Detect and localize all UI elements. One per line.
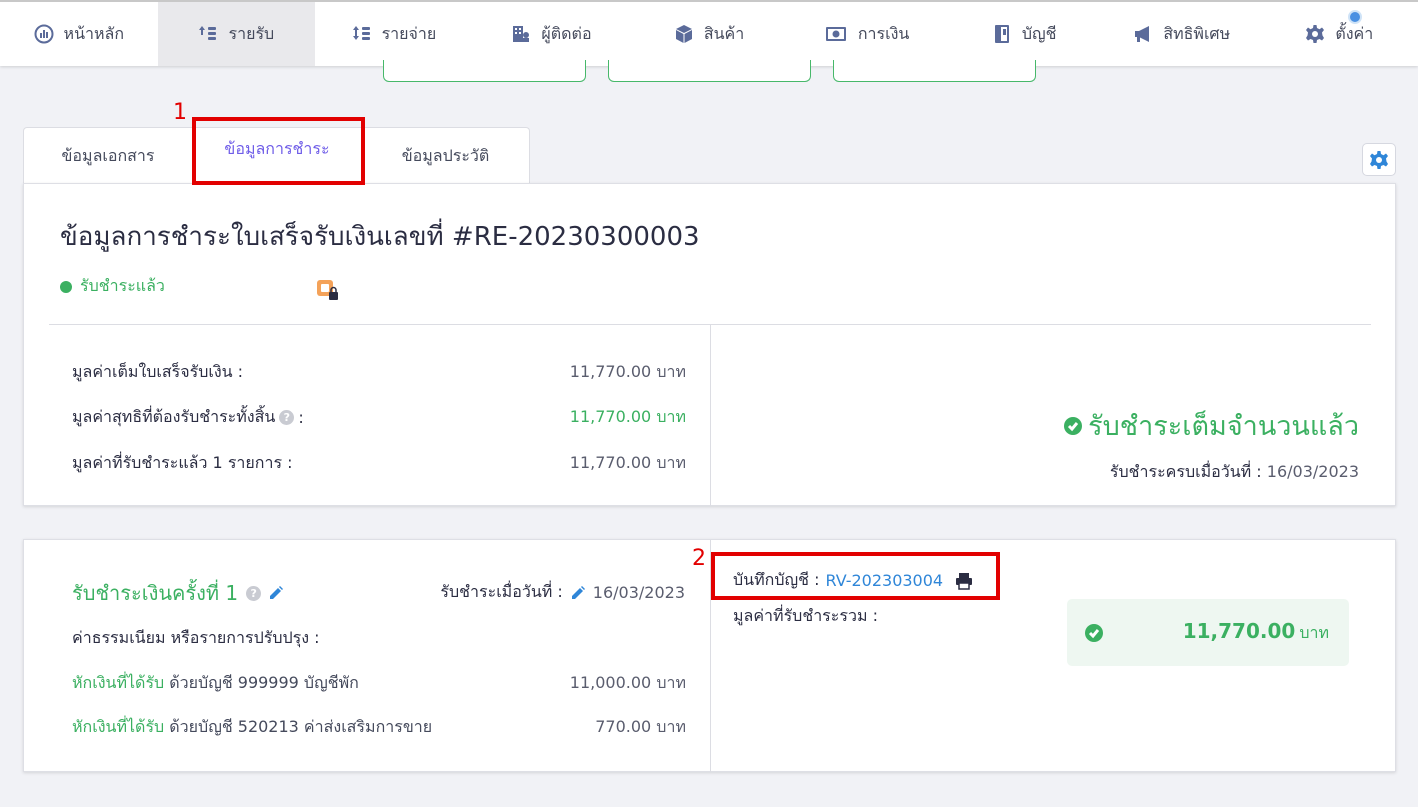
row-value: 11,770.00 บาท (569, 453, 686, 472)
row-value: 11,770.00 บาท (569, 407, 686, 426)
status-badge: รับชำระแล้ว (60, 274, 165, 299)
annotation-box-2 (711, 552, 1000, 600)
total-paid-label: มูลค่าที่รับชำระรวม : (733, 606, 878, 625)
deduction-link[interactable]: หักเงินที่ได้รับ (72, 673, 164, 692)
row-label: มูลค่าสุทธิที่ต้องรับชำระทั้งสิ้น (72, 407, 276, 426)
summary-box-stub (833, 60, 1036, 82)
nav-item-home[interactable]: หน้าหลัก (0, 2, 158, 66)
total-paid-amount-group: 11,770.00 บาท (1183, 619, 1329, 646)
tab-label: ข้อมูลเอกสาร (61, 145, 155, 165)
book-icon (994, 25, 1009, 43)
row-label-suffix: : (298, 408, 304, 427)
nav-item-income[interactable]: รายรับ (157, 2, 316, 66)
deduction-desc: หักเงินที่ได้รับ ด้วยบัญชี 520213 ค่าส่ง… (72, 715, 432, 740)
gear-icon (1306, 25, 1325, 43)
income-icon (199, 26, 217, 40)
megaphone-icon (1135, 26, 1150, 42)
deduction-text: ด้วยบัญชี 520213 ค่าส่งเสริมการขาย (169, 717, 433, 736)
nav-label: ตั้งค่า (1335, 23, 1374, 43)
nav-label: ผู้ติดต่อ (541, 23, 592, 43)
total-paid-amount: 11,770.00 (1182, 619, 1296, 643)
contacts-icon (513, 26, 530, 42)
status-dot (60, 280, 72, 293)
expense-icon (352, 26, 370, 40)
nav-item-contacts[interactable]: ผู้ติดต่อ (473, 2, 631, 66)
tab-label: ข้อมูลประวัติ (401, 145, 490, 165)
summary-box-stub (608, 60, 811, 82)
fee-adjustment-label: ค่าธรรมเนียม หรือรายการปรับปรุง : (72, 628, 320, 647)
nav-item-finance[interactable]: การเงิน (788, 2, 946, 66)
deduction-value: 11,000.00 บาท (569, 673, 686, 692)
paid-full-text: รับชำระเต็มจำนวนแล้ว (1088, 411, 1359, 442)
annotation-box-1 (192, 117, 365, 185)
payment-title-text: รับชำระเงินครั้งที่ 1 (72, 581, 239, 605)
nav-label: รายรับ (228, 23, 275, 43)
edit-pencil-icon[interactable] (269, 586, 284, 600)
top-navigation: หน้าหลัก รายรับ รายจ่าย ผู้ติดต่อ สินค้า… (0, 0, 1418, 66)
edit-pencil-icon[interactable] (571, 585, 585, 600)
row-value: 11,770.00 บาท (569, 362, 686, 381)
row-label: มูลค่าเต็มใบเสร็จรับเงิน : (72, 362, 244, 381)
nav-item-products[interactable]: สินค้า (630, 2, 788, 66)
nav-label: สินค้า (703, 23, 745, 43)
deduction-value: 770.00 บาท (595, 717, 686, 736)
summary-row: มูลค่าที่รับชำระแล้ว 1 รายการ : 11,770.0… (72, 451, 686, 476)
row-label-group: มูลค่าสุทธิที่ต้องรับชำระทั้งสิ้น ? : (72, 405, 304, 430)
payment-date-label: รับชำระเมื่อวันที่ : (440, 582, 563, 601)
paid-complete-date: รับชำระครบเมื่อวันที่ : 16/03/2023 (1110, 460, 1359, 485)
tab-document-info[interactable]: ข้อมูลเอกสาร (23, 127, 193, 184)
nav-label: บัญชี (1021, 23, 1057, 43)
product-box-icon (675, 25, 692, 43)
deduction-link[interactable]: หักเงินที่ได้รับ (72, 717, 164, 736)
payment-date-value: 16/03/2023 (592, 583, 685, 602)
deduction-row: หักเงินที่ได้รับ ด้วยบัญชี 520213 ค่าส่ง… (72, 715, 686, 740)
payment-summary-card: ข้อมูลการชำระใบเสร็จรับเงินเลขที่ #RE-20… (23, 183, 1396, 506)
status-text: รับชำระแล้ว (80, 276, 165, 295)
help-icon[interactable]: ? (279, 410, 295, 425)
row-label: มูลค่าที่รับชำระแล้ว 1 รายการ : (72, 453, 293, 472)
gear-icon (1370, 150, 1388, 169)
nav-label: รายจ่าย (381, 23, 437, 43)
nav-item-accounting[interactable]: บัญชี (945, 2, 1103, 66)
nav-label: สิทธิพิเศษ (1163, 23, 1231, 43)
money-icon (825, 27, 846, 41)
nav-item-expense[interactable]: รายจ่าย (315, 2, 473, 66)
deduction-desc: หักเงินที่ได้รับ ด้วยบัญชี 999999 บัญชีพ… (72, 671, 359, 696)
payment-title: รับชำระเงินครั้งที่ 1 ? (72, 577, 284, 609)
paid-date-value: 16/03/2023 (1266, 462, 1359, 481)
dashboard-icon (34, 24, 54, 44)
page-title: ข้อมูลการชำระใบเสร็จรับเงินเลขที่ #RE-20… (60, 222, 700, 252)
divider (710, 325, 711, 506)
annotation-number-1: 1 (173, 100, 187, 125)
nav-item-privileges[interactable]: สิทธิพิเศษ (1103, 2, 1261, 66)
total-paid-unit: บาท (1299, 623, 1329, 642)
paid-date-label: รับชำระครบเมื่อวันที่ : (1109, 462, 1262, 481)
deduction-row: หักเงินที่ได้รับ ด้วยบัญชี 999999 บัญชีพ… (72, 671, 686, 696)
help-icon[interactable]: ? (246, 585, 262, 601)
deduction-text: ด้วยบัญชี 999999 บัญชีพัก (169, 673, 359, 692)
check-circle-icon (1085, 623, 1103, 642)
check-circle-icon (1064, 416, 1083, 435)
summary-row: มูลค่าเต็มใบเสร็จรับเงิน : 11,770.00 บาท (72, 360, 686, 385)
annotation-number-2: 2 (692, 546, 706, 571)
payment-entry-card: รับชำระเงินครั้งที่ 1 ? รับชำระเมื่อวันท… (23, 539, 1396, 772)
notification-badge (1348, 10, 1363, 24)
tab-history-info[interactable]: ข้อมูลประวัติ (361, 127, 530, 184)
settings-button[interactable] (1362, 143, 1396, 176)
summary-box-stub (383, 60, 586, 82)
paid-full-status: รับชำระเต็มจำนวนแล้ว (1064, 404, 1359, 447)
nav-label: การเงิน (857, 23, 910, 43)
summary-row: มูลค่าสุทธิที่ต้องรับชำระทั้งสิ้น ? : 11… (72, 405, 686, 430)
nav-label: หน้าหลัก (63, 23, 125, 43)
payment-date: รับชำระเมื่อวันที่ : 16/03/2023 (440, 580, 685, 605)
locked-document-icon[interactable] (317, 280, 339, 302)
total-paid-box: 11,770.00 บาท (1067, 599, 1349, 666)
nav-item-settings[interactable]: ตั้งค่า (1261, 2, 1418, 66)
